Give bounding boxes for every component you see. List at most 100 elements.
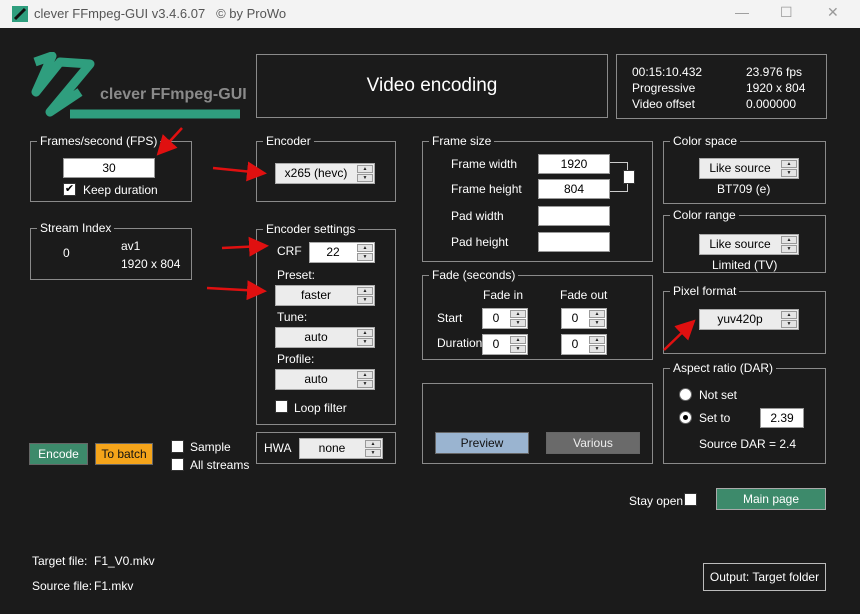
preview-group: Preview Various: [422, 383, 653, 464]
fps-input[interactable]: 30: [63, 158, 155, 178]
up-arrow-icon[interactable]: ▲: [357, 287, 373, 295]
up-arrow-icon[interactable]: ▲: [357, 329, 373, 337]
output-target-folder-button[interactable]: Output: Target folder: [703, 563, 826, 591]
down-arrow-icon[interactable]: ▼: [781, 245, 797, 253]
down-arrow-icon[interactable]: ▼: [510, 319, 526, 327]
pixel-format-select[interactable]: yuv420p ▲ ▼: [699, 309, 799, 330]
fade-in-start-stepper[interactable]: 0 ▲ ▼: [482, 308, 528, 329]
down-arrow-icon[interactable]: ▼: [510, 345, 526, 353]
updown[interactable]: ▲ ▼: [510, 336, 526, 353]
header-panel: Video encoding: [256, 54, 608, 118]
encoder-select[interactable]: x265 (hevc) ▲ ▼: [275, 163, 375, 184]
preset-select[interactable]: faster ▲ ▼: [275, 285, 375, 306]
updown[interactable]: ▲ ▼: [357, 165, 373, 182]
keep-duration-checkbox[interactable]: ✔: [63, 183, 76, 196]
color-space-select[interactable]: Like source ▲ ▼: [699, 158, 799, 179]
offset-label: Video offset: [632, 97, 695, 111]
up-arrow-icon[interactable]: ▲: [781, 160, 797, 168]
up-arrow-icon[interactable]: ▲: [357, 371, 373, 379]
down-arrow-icon[interactable]: ▼: [357, 174, 373, 182]
fade-in-start-value: 0: [492, 311, 500, 325]
updown[interactable]: ▲ ▼: [510, 310, 526, 327]
color-range-select[interactable]: Like source ▲ ▼: [699, 234, 799, 255]
to-batch-button[interactable]: To batch: [95, 443, 153, 465]
loop-filter-checkbox[interactable]: [275, 400, 288, 413]
updown[interactable]: ▲ ▼: [357, 244, 373, 261]
pad-width-input[interactable]: [538, 206, 610, 226]
down-arrow-icon[interactable]: ▼: [357, 338, 373, 346]
source-fps: 23.976 fps: [746, 65, 803, 79]
up-arrow-icon[interactable]: ▲: [589, 310, 605, 318]
not-set-radio[interactable]: [679, 388, 692, 401]
pad-height-input[interactable]: [538, 232, 610, 252]
frame-height-input[interactable]: 804: [538, 179, 610, 199]
fps-group: Frames/second (FPS) 30 ✔ Keep duration: [30, 134, 192, 202]
set-to-radio[interactable]: [679, 411, 692, 424]
fade-out-start-stepper[interactable]: 0 ▲ ▼: [561, 308, 607, 329]
updown[interactable]: ▲ ▼: [781, 160, 797, 177]
stay-open-checkbox[interactable]: [684, 493, 697, 506]
crf-stepper[interactable]: 22 ▲ ▼: [309, 242, 375, 263]
down-arrow-icon[interactable]: ▼: [365, 449, 381, 457]
fade-out-duration-stepper[interactable]: 0 ▲ ▼: [561, 334, 607, 355]
various-button[interactable]: Various: [546, 432, 640, 454]
scan-type: Progressive: [632, 81, 696, 95]
keep-aspect-checkbox[interactable]: [623, 170, 635, 184]
app-icon: [12, 6, 28, 22]
updown[interactable]: ▲ ▼: [365, 440, 381, 457]
down-arrow-icon[interactable]: ▼: [589, 345, 605, 353]
down-arrow-icon[interactable]: ▼: [781, 169, 797, 177]
fade-in-duration-stepper[interactable]: 0 ▲ ▼: [482, 334, 528, 355]
stay-open-label: Stay open: [629, 494, 684, 508]
updown[interactable]: ▲ ▼: [357, 371, 373, 388]
up-arrow-icon[interactable]: ▲: [781, 236, 797, 244]
main-page-button[interactable]: Main page: [716, 488, 826, 510]
preview-button[interactable]: Preview: [435, 432, 529, 454]
up-arrow-icon[interactable]: ▲: [365, 440, 381, 448]
updown[interactable]: ▲ ▼: [589, 336, 605, 353]
up-arrow-icon[interactable]: ▲: [357, 244, 373, 252]
up-arrow-icon[interactable]: ▲: [589, 336, 605, 344]
hwa-value: none: [318, 441, 346, 455]
up-arrow-icon[interactable]: ▲: [510, 310, 526, 318]
down-arrow-icon[interactable]: ▼: [357, 380, 373, 388]
down-arrow-icon[interactable]: ▼: [357, 296, 373, 304]
offset-value: 0.000000: [746, 97, 797, 111]
tune-value: auto: [304, 330, 328, 344]
crf-value: 22: [326, 245, 340, 259]
up-arrow-icon[interactable]: ▲: [781, 311, 797, 319]
all-streams-label: All streams: [190, 458, 250, 472]
hwa-select[interactable]: none ▲ ▼: [299, 438, 383, 459]
updown[interactable]: ▲ ▼: [781, 236, 797, 253]
color-range-info: Limited (TV): [712, 258, 778, 272]
up-arrow-icon[interactable]: ▲: [357, 165, 373, 173]
maximize-button[interactable]: ☐: [780, 4, 793, 21]
window-title: clever FFmpeg-GUI v3.4.6.07 © by ProWo: [34, 6, 287, 21]
color-space-group: Color space Like source ▲ ▼ BT709 (e): [663, 134, 826, 204]
duration-label: Duration: [437, 336, 483, 350]
updown[interactable]: ▲ ▼: [589, 310, 605, 327]
updown[interactable]: ▲ ▼: [781, 311, 797, 328]
fade-group: Fade (seconds) Fade in Fade out Start Du…: [422, 268, 653, 360]
color-space-info: BT709 (e): [717, 182, 771, 196]
encode-button[interactable]: Encode: [29, 443, 88, 465]
up-arrow-icon[interactable]: ▲: [510, 336, 526, 344]
source-resolution: 1920 x 804: [746, 81, 806, 95]
pixel-format-label: Pixel format: [670, 284, 740, 298]
frame-width-label: Frame width: [451, 157, 518, 171]
down-arrow-icon[interactable]: ▼: [357, 253, 373, 261]
all-streams-checkbox[interactable]: [171, 458, 184, 471]
down-arrow-icon[interactable]: ▼: [781, 320, 797, 328]
down-arrow-icon[interactable]: ▼: [589, 319, 605, 327]
updown[interactable]: ▲ ▼: [357, 287, 373, 304]
arrow-preset-icon: [206, 280, 267, 301]
profile-select[interactable]: auto ▲ ▼: [275, 369, 375, 390]
close-button[interactable]: ✕: [827, 4, 839, 21]
tune-select[interactable]: auto ▲ ▼: [275, 327, 375, 348]
minimize-button[interactable]: —: [735, 4, 749, 20]
frame-size-label: Frame size: [429, 134, 495, 148]
sample-checkbox[interactable]: [171, 440, 184, 453]
frame-width-input[interactable]: 1920: [538, 154, 610, 174]
updown[interactable]: ▲ ▼: [357, 329, 373, 346]
dar-input[interactable]: 2.39: [760, 408, 804, 428]
